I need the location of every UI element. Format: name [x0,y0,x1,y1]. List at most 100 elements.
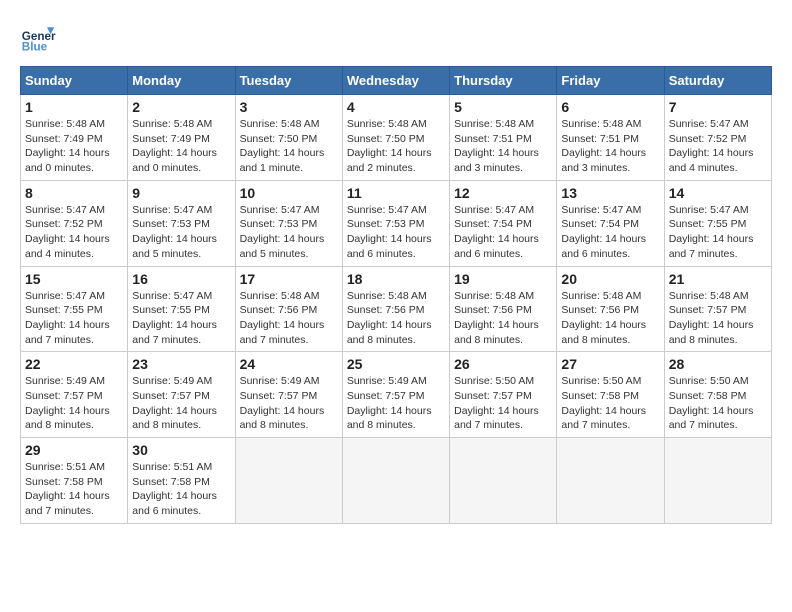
calendar-day-cell: 22 Sunrise: 5:49 AM Sunset: 7:57 PM Dayl… [21,352,128,438]
weekday-header-cell: Monday [128,67,235,95]
day-info: Sunrise: 5:47 AM Sunset: 7:55 PM Dayligh… [25,289,123,348]
day-number: 3 [240,99,338,115]
calendar-day-cell: 20 Sunrise: 5:48 AM Sunset: 7:56 PM Dayl… [557,266,664,352]
day-info: Sunrise: 5:47 AM Sunset: 7:55 PM Dayligh… [132,289,230,348]
calendar-day-cell: 12 Sunrise: 5:47 AM Sunset: 7:54 PM Dayl… [450,180,557,266]
weekday-header-cell: Thursday [450,67,557,95]
calendar-day-cell: 18 Sunrise: 5:48 AM Sunset: 7:56 PM Dayl… [342,266,449,352]
calendar-week-row: 29 Sunrise: 5:51 AM Sunset: 7:58 PM Dayl… [21,438,772,524]
calendar-day-cell [342,438,449,524]
calendar-day-cell: 11 Sunrise: 5:47 AM Sunset: 7:53 PM Dayl… [342,180,449,266]
day-number: 17 [240,271,338,287]
calendar-week-row: 1 Sunrise: 5:48 AM Sunset: 7:49 PM Dayli… [21,95,772,181]
calendar-day-cell: 14 Sunrise: 5:47 AM Sunset: 7:55 PM Dayl… [664,180,771,266]
day-info: Sunrise: 5:47 AM Sunset: 7:54 PM Dayligh… [454,203,552,262]
calendar-day-cell: 17 Sunrise: 5:48 AM Sunset: 7:56 PM Dayl… [235,266,342,352]
day-info: Sunrise: 5:48 AM Sunset: 7:49 PM Dayligh… [25,117,123,176]
day-number: 6 [561,99,659,115]
day-number: 25 [347,356,445,372]
calendar-day-cell: 4 Sunrise: 5:48 AM Sunset: 7:50 PM Dayli… [342,95,449,181]
day-info: Sunrise: 5:47 AM Sunset: 7:53 PM Dayligh… [240,203,338,262]
calendar-day-cell: 23 Sunrise: 5:49 AM Sunset: 7:57 PM Dayl… [128,352,235,438]
day-number: 8 [25,185,123,201]
day-info: Sunrise: 5:50 AM Sunset: 7:58 PM Dayligh… [561,374,659,433]
day-number: 1 [25,99,123,115]
day-info: Sunrise: 5:47 AM Sunset: 7:53 PM Dayligh… [132,203,230,262]
calendar-day-cell: 7 Sunrise: 5:47 AM Sunset: 7:52 PM Dayli… [664,95,771,181]
day-info: Sunrise: 5:49 AM Sunset: 7:57 PM Dayligh… [240,374,338,433]
svg-text:Blue: Blue [22,41,48,54]
day-number: 22 [25,356,123,372]
day-info: Sunrise: 5:48 AM Sunset: 7:50 PM Dayligh… [347,117,445,176]
day-info: Sunrise: 5:48 AM Sunset: 7:50 PM Dayligh… [240,117,338,176]
logo-icon: General Blue [20,20,56,56]
day-info: Sunrise: 5:48 AM Sunset: 7:51 PM Dayligh… [454,117,552,176]
calendar-day-cell: 25 Sunrise: 5:49 AM Sunset: 7:57 PM Dayl… [342,352,449,438]
day-info: Sunrise: 5:48 AM Sunset: 7:56 PM Dayligh… [561,289,659,348]
day-info: Sunrise: 5:47 AM Sunset: 7:54 PM Dayligh… [561,203,659,262]
calendar-day-cell [235,438,342,524]
day-info: Sunrise: 5:49 AM Sunset: 7:57 PM Dayligh… [132,374,230,433]
day-number: 21 [669,271,767,287]
calendar-day-cell: 6 Sunrise: 5:48 AM Sunset: 7:51 PM Dayli… [557,95,664,181]
day-number: 15 [25,271,123,287]
calendar-day-cell: 8 Sunrise: 5:47 AM Sunset: 7:52 PM Dayli… [21,180,128,266]
calendar-day-cell: 19 Sunrise: 5:48 AM Sunset: 7:56 PM Dayl… [450,266,557,352]
calendar-day-cell: 27 Sunrise: 5:50 AM Sunset: 7:58 PM Dayl… [557,352,664,438]
day-number: 4 [347,99,445,115]
day-number: 11 [347,185,445,201]
calendar-table: SundayMondayTuesdayWednesdayThursdayFrid… [20,66,772,524]
calendar-day-cell: 16 Sunrise: 5:47 AM Sunset: 7:55 PM Dayl… [128,266,235,352]
day-number: 26 [454,356,552,372]
logo: General Blue [20,20,60,56]
day-number: 23 [132,356,230,372]
weekday-header-cell: Wednesday [342,67,449,95]
day-info: Sunrise: 5:48 AM Sunset: 7:51 PM Dayligh… [561,117,659,176]
day-info: Sunrise: 5:50 AM Sunset: 7:57 PM Dayligh… [454,374,552,433]
day-info: Sunrise: 5:48 AM Sunset: 7:49 PM Dayligh… [132,117,230,176]
day-number: 14 [669,185,767,201]
calendar-day-cell: 24 Sunrise: 5:49 AM Sunset: 7:57 PM Dayl… [235,352,342,438]
calendar-day-cell: 29 Sunrise: 5:51 AM Sunset: 7:58 PM Dayl… [21,438,128,524]
calendar-day-cell [664,438,771,524]
calendar-day-cell: 3 Sunrise: 5:48 AM Sunset: 7:50 PM Dayli… [235,95,342,181]
day-info: Sunrise: 5:50 AM Sunset: 7:58 PM Dayligh… [669,374,767,433]
day-info: Sunrise: 5:49 AM Sunset: 7:57 PM Dayligh… [347,374,445,433]
day-number: 12 [454,185,552,201]
day-info: Sunrise: 5:47 AM Sunset: 7:52 PM Dayligh… [669,117,767,176]
calendar-week-row: 8 Sunrise: 5:47 AM Sunset: 7:52 PM Dayli… [21,180,772,266]
calendar-day-cell: 21 Sunrise: 5:48 AM Sunset: 7:57 PM Dayl… [664,266,771,352]
calendar-day-cell: 15 Sunrise: 5:47 AM Sunset: 7:55 PM Dayl… [21,266,128,352]
day-number: 13 [561,185,659,201]
calendar-day-cell: 5 Sunrise: 5:48 AM Sunset: 7:51 PM Dayli… [450,95,557,181]
calendar-day-cell: 10 Sunrise: 5:47 AM Sunset: 7:53 PM Dayl… [235,180,342,266]
day-info: Sunrise: 5:48 AM Sunset: 7:56 PM Dayligh… [347,289,445,348]
day-number: 16 [132,271,230,287]
day-info: Sunrise: 5:51 AM Sunset: 7:58 PM Dayligh… [25,460,123,519]
calendar-day-cell: 1 Sunrise: 5:48 AM Sunset: 7:49 PM Dayli… [21,95,128,181]
calendar-day-cell: 28 Sunrise: 5:50 AM Sunset: 7:58 PM Dayl… [664,352,771,438]
weekday-header-cell: Sunday [21,67,128,95]
page-header: General Blue [20,20,772,56]
day-number: 28 [669,356,767,372]
weekday-header-cell: Tuesday [235,67,342,95]
day-number: 24 [240,356,338,372]
calendar-day-cell: 13 Sunrise: 5:47 AM Sunset: 7:54 PM Dayl… [557,180,664,266]
day-number: 27 [561,356,659,372]
day-number: 5 [454,99,552,115]
day-info: Sunrise: 5:47 AM Sunset: 7:53 PM Dayligh… [347,203,445,262]
weekday-header-cell: Friday [557,67,664,95]
day-number: 10 [240,185,338,201]
day-info: Sunrise: 5:47 AM Sunset: 7:55 PM Dayligh… [669,203,767,262]
day-info: Sunrise: 5:48 AM Sunset: 7:56 PM Dayligh… [454,289,552,348]
calendar-day-cell: 30 Sunrise: 5:51 AM Sunset: 7:58 PM Dayl… [128,438,235,524]
day-number: 18 [347,271,445,287]
calendar-week-row: 22 Sunrise: 5:49 AM Sunset: 7:57 PM Dayl… [21,352,772,438]
day-info: Sunrise: 5:51 AM Sunset: 7:58 PM Dayligh… [132,460,230,519]
weekday-header-cell: Saturday [664,67,771,95]
day-info: Sunrise: 5:48 AM Sunset: 7:57 PM Dayligh… [669,289,767,348]
weekday-header-row: SundayMondayTuesdayWednesdayThursdayFrid… [21,67,772,95]
day-info: Sunrise: 5:47 AM Sunset: 7:52 PM Dayligh… [25,203,123,262]
day-number: 30 [132,442,230,458]
calendar-day-cell [450,438,557,524]
